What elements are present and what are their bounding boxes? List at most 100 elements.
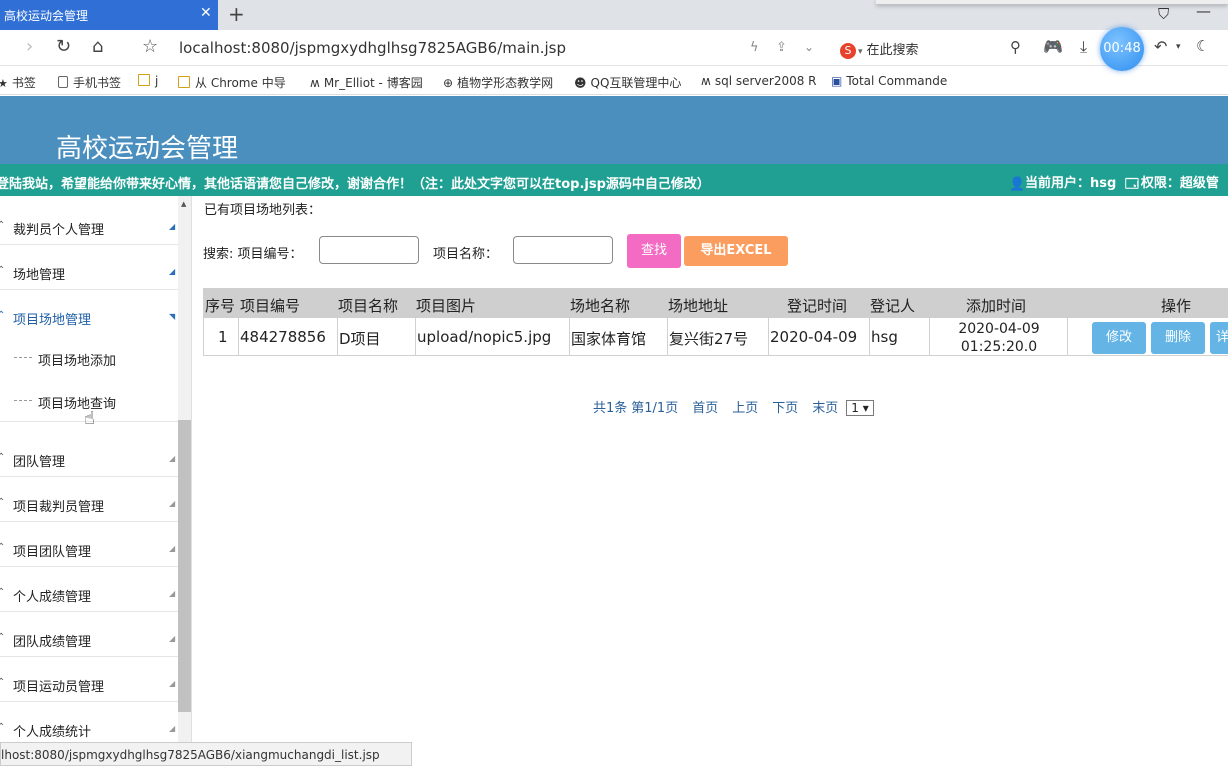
bookmark-item[interactable]: 手机书签 bbox=[58, 74, 121, 91]
chevron-down-icon: ◢ bbox=[169, 454, 176, 463]
web-icon: ʍ bbox=[310, 76, 320, 90]
app-title: 高校运动会管理 bbox=[56, 134, 239, 164]
role-icon: 🗔 bbox=[1124, 177, 1139, 192]
sidebar-item-icon: ⌃ bbox=[0, 677, 6, 688]
bookmark-item[interactable]: ☻ QQ互联管理中心 bbox=[574, 74, 681, 91]
sidebar-item-label: 裁判员个人管理 bbox=[13, 223, 105, 238]
browser-tab-strip: 高校运动会管理 ✕ + ⛉ — bbox=[0, 0, 1228, 30]
sidebar-item-team-score[interactable]: ⌃ 团队成绩管理 ◢ bbox=[0, 612, 178, 657]
user-role: 权限：超级管 bbox=[1140, 176, 1219, 191]
detail-button[interactable]: 详 bbox=[1210, 322, 1228, 354]
sidebar-subitem-label: 项目场地添加 bbox=[38, 354, 117, 369]
bookmark-item[interactable]: ★ 书签 bbox=[0, 74, 36, 91]
sidebar-item-label: 项目场地管理 bbox=[13, 313, 92, 328]
sidebar-item-label: 团队成绩管理 bbox=[13, 635, 92, 650]
bookmark-item[interactable]: ▣ Total Commande bbox=[831, 74, 947, 88]
minimize-icon[interactable]: — bbox=[1196, 2, 1211, 20]
cell-divider bbox=[337, 318, 338, 356]
sidebar-item-label: 场地管理 bbox=[13, 268, 66, 283]
column-header: 项目名称 bbox=[338, 297, 399, 315]
pager-last[interactable]: 末页 bbox=[812, 401, 838, 416]
share-icon[interactable]: ⇪ bbox=[776, 40, 787, 55]
sidebar-item-project-referee[interactable]: ⌃ 项目裁判员管理 ◢ bbox=[0, 477, 178, 522]
cell-divider bbox=[869, 318, 870, 356]
chevron-down-icon: ◢ bbox=[169, 544, 176, 553]
sidebar-item-referee[interactable]: ⌃ 裁判员个人管理 ◢ bbox=[0, 200, 178, 245]
user-icon: 👤 bbox=[1009, 177, 1026, 192]
scroll-up-icon[interactable]: ▲ bbox=[181, 200, 186, 208]
folder-icon bbox=[178, 76, 190, 88]
pager-prev[interactable]: 上页 bbox=[732, 401, 758, 416]
export-excel-button[interactable]: 导出EXCEL bbox=[684, 236, 788, 266]
sogou-icon: S bbox=[840, 43, 856, 59]
sidebar-item-label: 个人成绩统计 bbox=[13, 725, 92, 740]
url-field[interactable]: localhost:8080/jspmgxydhglhsg7825AGB6/ma… bbox=[179, 39, 566, 57]
edit-button[interactable]: 修改 bbox=[1092, 322, 1146, 354]
search-engine-box[interactable]: S ▾ 在此搜索 bbox=[840, 39, 919, 59]
sidebar-item-project-venue[interactable]: ⌃ 项目场地管理 ◥ bbox=[0, 290, 178, 335]
tab-close-icon[interactable]: ✕ bbox=[200, 5, 212, 21]
chevron-down-icon[interactable]: ⌄ bbox=[804, 40, 814, 54]
search-icon[interactable]: ⚲ bbox=[1010, 38, 1021, 56]
undo-icon[interactable]: ↶ bbox=[1154, 37, 1167, 56]
sidebar-item-label: 项目裁判员管理 bbox=[13, 500, 105, 515]
pager-first[interactable]: 首页 bbox=[692, 401, 718, 416]
search-button[interactable]: 查找 bbox=[627, 234, 681, 268]
chevron-down-icon: ◢ bbox=[169, 589, 176, 598]
project-code-input[interactable] bbox=[319, 236, 419, 264]
sidebar-item-label: 项目团队管理 bbox=[13, 545, 92, 560]
new-tab-icon[interactable]: + bbox=[228, 2, 245, 26]
user-info: 👤当前用户：hsg 🗔 权限：超级管 bbox=[1009, 172, 1219, 192]
sidebar-item-icon: ⌃ bbox=[0, 542, 6, 553]
sidebar-item-team[interactable]: ⌃ 团队管理 ◢ bbox=[0, 432, 178, 477]
pager-page: 第1/1页 bbox=[631, 401, 679, 416]
chevron-down-icon: ◢ bbox=[169, 724, 176, 733]
tree-dash bbox=[14, 400, 32, 401]
cell-divider bbox=[569, 318, 570, 356]
sidebar-item-project-team[interactable]: ⌃ 项目团队管理 ◢ bbox=[0, 522, 178, 567]
browser-tab-active[interactable]: 高校运动会管理 ✕ bbox=[0, 0, 218, 30]
bookmark-item[interactable]: ⊕ 植物学形态教学网 bbox=[443, 74, 553, 91]
sidebar-item-icon: ⌃ bbox=[0, 310, 6, 321]
bookmarks-bar: ★ 书签 手机书签 j 从 Chrome 中导 ʍ Mr_Elliot - 博客园 … bbox=[0, 67, 1228, 95]
game-icon[interactable]: 🎮 bbox=[1043, 37, 1063, 56]
column-header: 登记时间 bbox=[787, 297, 848, 315]
reload-icon[interactable]: ↻ bbox=[56, 36, 71, 57]
pager-next[interactable]: 下页 bbox=[772, 401, 798, 416]
address-bar-row: › ↻ ⌂ ☆ localhost:8080/jspmgxydhglhsg782… bbox=[0, 30, 1228, 66]
sidebar-scroll-thumb[interactable] bbox=[178, 420, 191, 712]
bookmark-item[interactable]: ʍ Mr_Elliot - 博客园 bbox=[310, 74, 423, 91]
sidebar-item-personal-stats[interactable]: ⌃ 个人成绩统计 ◢ bbox=[0, 702, 178, 747]
home-icon[interactable]: ⌂ bbox=[92, 36, 103, 57]
bookmark-item[interactable]: ʍ sql server2008 R bbox=[701, 74, 817, 88]
notice-marquee: 登陆我站，希望能给你带来好心情，其他话语请您自己修改，谢谢合作！（注：此处文字您… bbox=[0, 177, 710, 192]
search-code-label: 搜索: 项目编号： bbox=[203, 247, 303, 262]
bookmark-item[interactable]: j bbox=[138, 74, 158, 88]
sidebar-subitem-add[interactable]: 项目场地添加 bbox=[0, 336, 178, 379]
delete-button[interactable]: 删除 bbox=[1151, 322, 1205, 354]
add-time-clock: 01:25:20.0 bbox=[960, 339, 1038, 355]
moon-icon[interactable]: ☾ bbox=[1196, 37, 1209, 55]
page-select[interactable]: 1 ▾ bbox=[846, 400, 874, 416]
table-row: 1 484278856 D项目 upload/nopic5.jpg 国家体育馆 … bbox=[203, 318, 1228, 356]
forward-icon[interactable]: › bbox=[26, 36, 33, 57]
sidebar-item-venue[interactable]: ⌃ 场地管理 ◢ bbox=[0, 245, 178, 290]
qq-icon: ☻ bbox=[574, 76, 587, 90]
project-name-input[interactable] bbox=[513, 236, 613, 264]
sidebar-item-project-athlete[interactable]: ⌃ 项目运动员管理 ◢ bbox=[0, 657, 178, 702]
cell-image: upload/nopic5.jpg bbox=[417, 328, 552, 346]
sidebar-item-personal-score[interactable]: ⌃ 个人成绩管理 ◢ bbox=[0, 567, 178, 612]
sidebar-item-icon: ⌃ bbox=[0, 497, 6, 508]
app-header: 高校运动会管理 bbox=[0, 96, 1228, 164]
download-icon[interactable]: ⤓ bbox=[1080, 37, 1087, 57]
bookmark-item[interactable]: 从 Chrome 中导 bbox=[178, 74, 286, 91]
timer-badge[interactable]: 00:48 bbox=[1100, 27, 1144, 71]
shirt-icon[interactable]: ⛉ bbox=[1158, 5, 1169, 23]
bolt-icon[interactable]: ϟ bbox=[750, 40, 759, 55]
sidebar-item-icon: ⌃ bbox=[0, 265, 6, 276]
star-icon[interactable]: ☆ bbox=[142, 36, 158, 57]
column-header: 场地地址 bbox=[668, 297, 729, 315]
sidebar-subitem-label: 项目场地查询 bbox=[38, 397, 117, 412]
undo-caret-icon[interactable]: ▾ bbox=[1176, 42, 1181, 52]
chevron-down-icon: ◢ bbox=[169, 222, 176, 231]
